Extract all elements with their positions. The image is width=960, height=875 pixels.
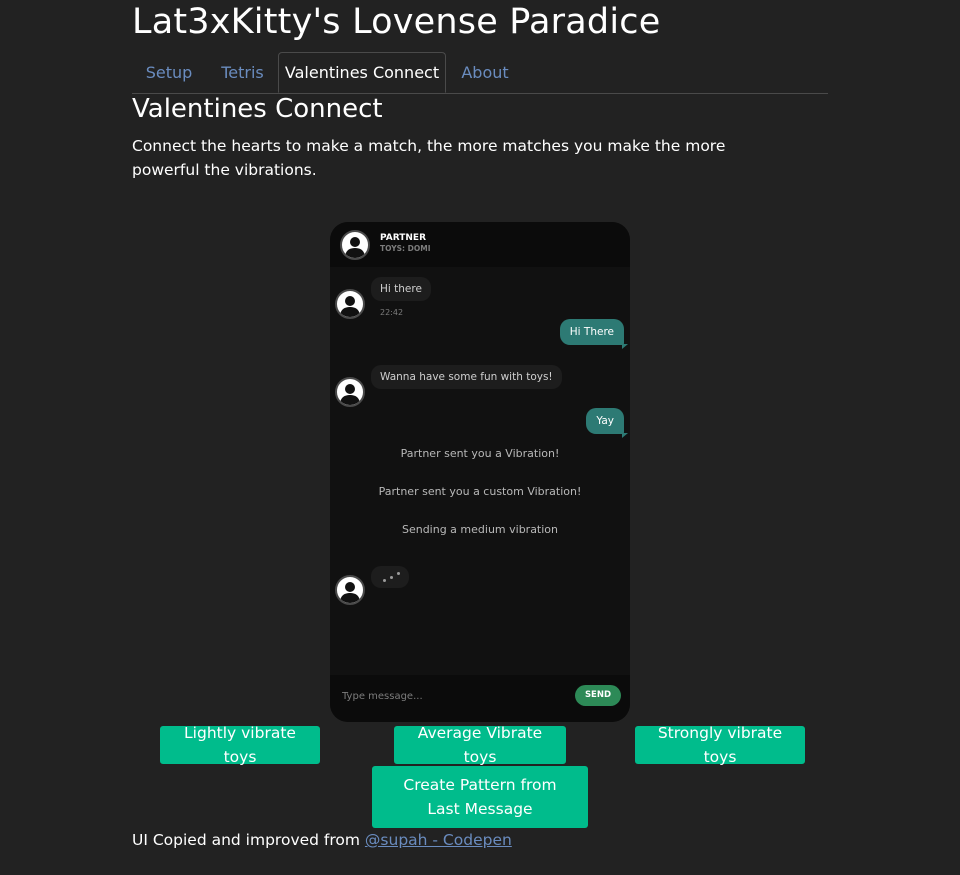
light-vibrate-button[interactable]: Lightly vibrate toys (160, 724, 320, 766)
footer-credit-text: UI Copied and improved from (132, 831, 365, 849)
page-heading: Valentines Connect (132, 94, 383, 124)
message-time: 22:42 (380, 308, 404, 317)
typing-dot (397, 572, 400, 575)
outgoing-message: Yay (586, 408, 628, 438)
typing-dot (390, 576, 393, 579)
partner-name: PARTNER (380, 233, 427, 243)
send-button[interactable]: SEND (575, 685, 621, 706)
typing-dot (383, 579, 386, 582)
average-vibrate-button[interactable]: Average Vibrate toys (394, 724, 566, 766)
system-message: Partner sent you a Vibration! (400, 447, 560, 460)
outgoing-message: Hi There (559, 319, 629, 349)
tab-tetris[interactable]: Tetris (206, 52, 279, 93)
chat-window: PARTNER TOYS: DOMI Hi there 22:42 Hi The… (330, 222, 630, 722)
footer: UI Copied and improved from @supah - Cod… (132, 831, 512, 849)
site-title: Lat3xKitty's Lovense Paradice (132, 2, 661, 42)
system-message: Sending a medium vibration (401, 523, 559, 536)
codepen-link[interactable]: @supah - Codepen (365, 831, 512, 849)
partner-avatar-icon (340, 230, 370, 260)
chat-composer: SEND (330, 675, 630, 722)
incoming-message: Wanna have some fun with toys! (371, 365, 562, 389)
create-pattern-button[interactable]: Create Pattern from Last Message (372, 766, 588, 828)
tab-bar: Setup Tetris Valentines Connect About (132, 52, 828, 94)
partner-avatar-icon (335, 377, 365, 407)
message-input[interactable] (340, 685, 564, 707)
system-message: Partner sent you a custom Vibration! (378, 485, 582, 498)
incoming-message: Hi there (371, 277, 431, 301)
page-description: Connect the hearts to make a match, the … (132, 137, 726, 179)
partner-avatar-icon (335, 575, 365, 605)
strong-vibrate-button[interactable]: Strongly vibrate toys (635, 724, 805, 766)
tab-about[interactable]: About (446, 52, 524, 93)
typing-indicator (371, 566, 409, 588)
chat-header: PARTNER TOYS: DOMI (330, 222, 630, 267)
tab-setup[interactable]: Setup (132, 52, 206, 93)
partner-avatar-icon (335, 289, 365, 319)
page-container: Lat3xKitty's Lovense Paradice Setup Tetr… (0, 0, 960, 875)
tab-valentines-connect[interactable]: Valentines Connect (278, 52, 446, 93)
partner-toys: TOYS: DOMI (380, 244, 431, 253)
